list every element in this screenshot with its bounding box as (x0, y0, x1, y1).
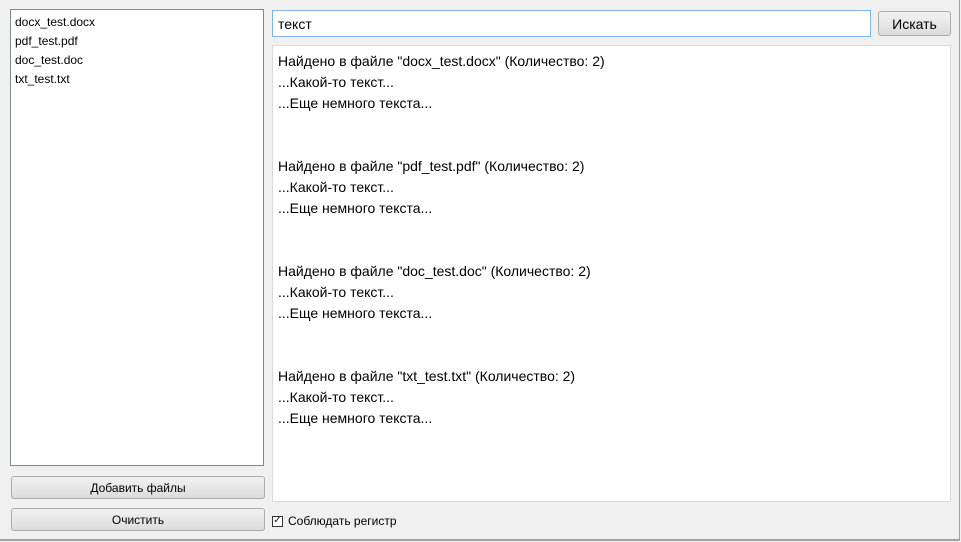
result-snippet: ...Какой-то текст... (278, 74, 394, 90)
clear-button[interactable]: Очистить (11, 508, 265, 531)
results-panel[interactable]: Найдено в файле "docx_test.docx" (Количе… (272, 45, 951, 502)
file-list-item[interactable]: txt_test.txt (15, 70, 263, 89)
result-snippet: ...Еще немного текста... (278, 200, 433, 216)
case-sensitive-label[interactable]: Соблюдать регистр (288, 514, 397, 528)
result-header: Найдено в файле "txt_test.txt" (Количест… (278, 368, 576, 384)
result-snippet: ...Еще немного текста... (278, 410, 433, 426)
checkmark-icon: ✓ (273, 515, 282, 526)
result-snippet: ...Какой-то текст... (278, 179, 394, 195)
result-header: Найдено в файле "docx_test.docx" (Количе… (278, 53, 605, 69)
file-list-item[interactable]: docx_test.docx (15, 13, 263, 32)
search-input[interactable] (272, 10, 871, 37)
result-block: Найдено в файле "doc_test.doc" (Количест… (278, 261, 950, 324)
file-list-item[interactable]: pdf_test.pdf (15, 32, 263, 51)
result-header: Найдено в файле "doc_test.doc" (Количест… (278, 263, 591, 279)
result-snippet: ...Какой-то текст... (278, 389, 394, 405)
case-sensitive-checkbox[interactable]: ✓ (272, 515, 283, 527)
result-block: Найдено в файле "docx_test.docx" (Количе… (278, 51, 950, 114)
file-list[interactable]: docx_test.docx pdf_test.pdf doc_test.doc… (10, 9, 264, 466)
case-sensitive-option[interactable]: ✓ Соблюдать регистр (272, 513, 397, 529)
result-snippet: ...Еще немного текста... (278, 95, 433, 111)
result-header: Найдено в файле "pdf_test.pdf" (Количест… (278, 158, 585, 174)
result-block: Найдено в файле "pdf_test.pdf" (Количест… (278, 156, 950, 219)
result-snippet: ...Какой-то текст... (278, 284, 394, 300)
add-files-button[interactable]: Добавить файлы (11, 476, 265, 499)
file-list-item[interactable]: doc_test.doc (15, 51, 263, 70)
search-button[interactable]: Искать (878, 11, 951, 36)
result-block: Найдено в файле "txt_test.txt" (Количест… (278, 366, 950, 429)
result-snippet: ...Еще немного текста... (278, 305, 433, 321)
